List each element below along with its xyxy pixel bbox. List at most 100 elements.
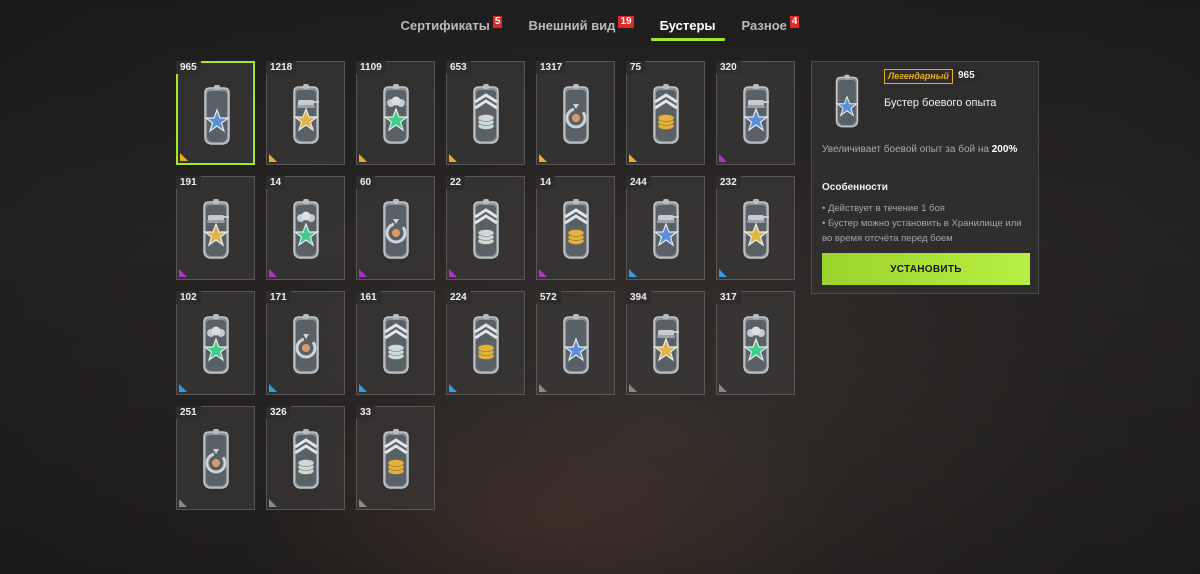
features-heading: Особенности (822, 182, 888, 193)
rarity-corner-marker (539, 154, 547, 162)
booster-detail-panel: Легендарный 965 Бустер боевого опыта Уве… (811, 61, 1039, 294)
booster-count: 22 (446, 176, 466, 189)
booster-count: 232 (716, 176, 741, 189)
coins-gold-icon (383, 429, 409, 489)
star-icon (204, 85, 230, 145)
booster-count: 1218 (266, 61, 297, 74)
rarity-corner-marker (719, 269, 727, 277)
booster-card[interactable]: 572 (536, 291, 615, 395)
coins-gold-icon (653, 84, 679, 144)
rarity-label: Легендарный (884, 69, 953, 84)
booster-card[interactable]: 320 (716, 61, 795, 165)
research-icon (383, 199, 409, 259)
coins-silver-icon (473, 84, 499, 144)
description-value: 200% (991, 144, 1018, 155)
tab-boosters[interactable]: Бустеры (647, 8, 729, 42)
booster-count: 572 (536, 291, 561, 304)
booster-count: 320 (716, 61, 741, 74)
tank-star-icon (743, 84, 769, 144)
coins-gold-icon (473, 314, 499, 374)
booster-count: 171 (266, 291, 291, 304)
tab-certificates[interactable]: Сертификаты 5 (388, 8, 516, 42)
booster-card[interactable]: 60 (356, 176, 435, 280)
coins-silver-icon (473, 199, 499, 259)
booster-card[interactable]: 232 (716, 176, 795, 280)
tab-badge: 19 (618, 16, 634, 28)
category-tabs: Сертификаты 5 Внешний вид 19 Бустеры Раз… (0, 8, 1200, 42)
booster-card[interactable]: 1218 (266, 61, 345, 165)
research-icon (563, 84, 589, 144)
tank-star-icon (653, 199, 679, 259)
rarity-corner-marker (180, 153, 188, 161)
rarity-corner-marker (449, 384, 457, 392)
rarity-corner-marker (179, 269, 187, 277)
booster-card[interactable]: 326 (266, 406, 345, 510)
booster-card[interactable]: 1317 (536, 61, 615, 165)
rarity-corner-marker (179, 499, 187, 507)
rarity-corner-marker (269, 269, 277, 277)
booster-card[interactable]: 161 (356, 291, 435, 395)
tab-badge: 4 (789, 16, 800, 28)
install-button[interactable]: УСТАНОВИТЬ (822, 253, 1030, 285)
description-text: Увеличивает боевой опыт за бой на (822, 144, 989, 155)
rarity-corner-marker (359, 154, 367, 162)
booster-card[interactable]: 191 (176, 176, 255, 280)
tab-misc[interactable]: Разное 4 (729, 8, 813, 42)
rarity-corner-marker (269, 499, 277, 507)
booster-card[interactable]: 33 (356, 406, 435, 510)
booster-count: 60 (356, 176, 376, 189)
rarity-corner-marker (359, 269, 367, 277)
tab-badge: 5 (492, 16, 503, 28)
booster-card[interactable]: 965 (176, 61, 255, 165)
tank-star-icon (743, 199, 769, 259)
booster-count: 244 (626, 176, 651, 189)
booster-card[interactable]: 14 (266, 176, 345, 280)
booster-card[interactable]: 102 (176, 291, 255, 395)
tab-label: Сертификаты (400, 17, 490, 33)
booster-card[interactable]: 171 (266, 291, 345, 395)
coins-silver-icon (293, 429, 319, 489)
star-icon (563, 314, 589, 374)
booster-card[interactable]: 14 (536, 176, 615, 280)
tab-label: Внешний вид (528, 17, 616, 33)
tab-label: Бустеры (659, 17, 716, 33)
booster-card[interactable]: 653 (446, 61, 525, 165)
booster-card[interactable]: 22 (446, 176, 525, 280)
tab-appearance[interactable]: Внешний вид 19 (515, 8, 646, 42)
booster-card[interactable]: 1109 (356, 61, 435, 165)
booster-count: 326 (266, 406, 291, 419)
rarity-corner-marker (539, 384, 547, 392)
booster-title: Бустер боевого опыта (884, 97, 997, 109)
rarity-corner-marker (359, 499, 367, 507)
booster-count: 33 (356, 406, 376, 419)
rarity-corner-marker (269, 384, 277, 392)
coins-silver-icon (383, 314, 409, 374)
feature-item: • Действует в течение 1 боя (822, 203, 945, 214)
booster-count: 317 (716, 291, 741, 304)
booster-count: 161 (356, 291, 381, 304)
rarity-corner-marker (179, 384, 187, 392)
booster-card[interactable]: 224 (446, 291, 525, 395)
booster-grid: 965 1218 1109 653 1317 75 320 191 14 60 22 14 244 232… (176, 61, 795, 510)
booster-count: 191 (176, 176, 201, 189)
booster-card[interactable]: 75 (626, 61, 705, 165)
booster-card[interactable]: 394 (626, 291, 705, 395)
coins-gold-icon (563, 199, 589, 259)
booster-tag-icon (835, 74, 859, 128)
rarity-corner-marker (719, 154, 727, 162)
crew-star-icon (743, 314, 769, 374)
rarity-corner-marker (449, 269, 457, 277)
features-list: • Действует в течение 1 боя • Бустер мож… (822, 201, 1034, 246)
tank-star-icon (203, 199, 229, 259)
rarity-corner-marker (269, 154, 277, 162)
booster-card[interactable]: 317 (716, 291, 795, 395)
booster-count: 653 (446, 61, 471, 74)
booster-count: 965 (954, 69, 979, 82)
research-icon (293, 314, 319, 374)
booster-card[interactable]: 244 (626, 176, 705, 280)
booster-card[interactable]: 251 (176, 406, 255, 510)
booster-count: 965 (176, 61, 201, 74)
feature-item: • Бустер можно установить в Хранилище ил… (822, 218, 1022, 244)
rarity-corner-marker (359, 384, 367, 392)
booster-count: 14 (266, 176, 286, 189)
